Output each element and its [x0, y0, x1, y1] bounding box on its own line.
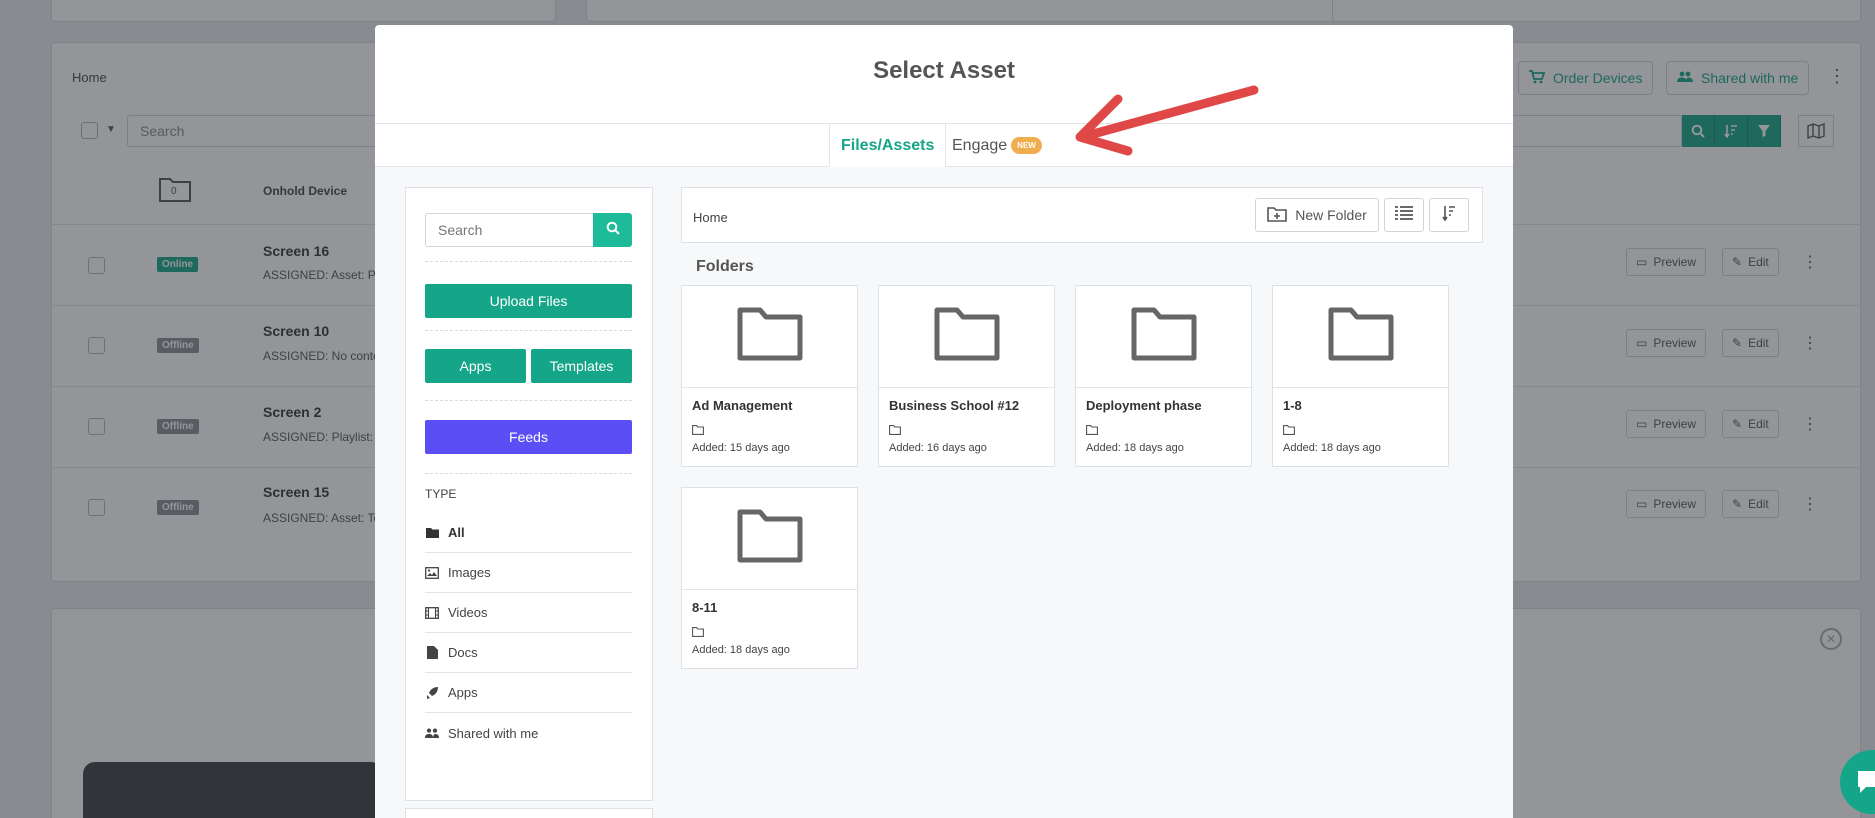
new-badge: NEW — [1011, 137, 1042, 154]
list-view-button[interactable] — [1384, 198, 1424, 232]
type-filter-videos[interactable]: Videos — [425, 593, 632, 633]
document-icon — [425, 646, 439, 659]
folder-icon — [1328, 306, 1394, 367]
folder-card[interactable]: 8-11 Added: 18 days ago — [681, 487, 858, 669]
divider — [425, 330, 632, 331]
type-heading: TYPE — [425, 487, 457, 501]
folder-added: Added: 18 days ago — [1086, 442, 1184, 454]
feeds-button[interactable]: Feeds — [425, 420, 632, 454]
folder-name: Ad Management — [692, 398, 793, 413]
type-filter-docs[interactable]: Docs — [425, 633, 632, 673]
folder-icon — [934, 306, 1000, 367]
asset-sidebar: Upload Files Apps Templates Feeds TYPE A… — [405, 187, 653, 801]
folder-card[interactable]: Deployment phase Added: 18 days ago — [1075, 285, 1252, 467]
image-icon — [425, 566, 439, 579]
folder-name: Deployment phase — [1086, 398, 1202, 413]
folder-plus-icon — [1267, 206, 1288, 225]
list-icon — [1395, 205, 1413, 225]
templates-button[interactable]: Templates — [531, 349, 632, 383]
folder-name: Business School #12 — [889, 398, 1020, 413]
users-icon — [425, 728, 439, 739]
sort-button[interactable] — [1429, 198, 1469, 232]
asset-search-input[interactable] — [425, 213, 593, 247]
folder-card[interactable]: Ad Management Added: 15 days ago — [681, 285, 858, 467]
divider — [425, 400, 632, 401]
folder-added: Added: 15 days ago — [692, 442, 790, 454]
folder-added: Added: 18 days ago — [1283, 442, 1381, 454]
asset-toolbar: Home New Folder — [681, 187, 1483, 243]
type-filter-all[interactable]: All — [425, 513, 632, 553]
tab-files-assets[interactable]: Files/Assets — [829, 124, 947, 167]
type-filter-apps[interactable]: Apps — [425, 673, 632, 713]
folder-small-icon — [889, 422, 901, 440]
folder-name: 8-11 — [692, 600, 718, 615]
folder-card[interactable]: Business School #12 Added: 16 days ago — [878, 285, 1055, 467]
folder-small-icon — [692, 624, 704, 642]
folders-heading: Folders — [696, 258, 754, 275]
sidebar-lower-card — [405, 808, 653, 818]
folder-icon — [737, 306, 803, 367]
divider — [425, 261, 632, 262]
film-icon — [425, 606, 439, 619]
upload-files-button[interactable]: Upload Files — [425, 284, 632, 318]
folder-icon — [1131, 306, 1197, 367]
folder-card[interactable]: 1-8 Added: 18 days ago — [1272, 285, 1449, 467]
tab-engage[interactable]: Engage NEW — [941, 124, 1053, 167]
folder-icon — [737, 508, 803, 569]
new-folder-button[interactable]: New Folder — [1255, 198, 1379, 232]
modal-title: Select Asset — [873, 57, 1015, 84]
sort-icon — [1442, 205, 1456, 226]
search-button[interactable] — [593, 213, 632, 247]
folder-icon — [425, 527, 439, 538]
folder-small-icon — [1086, 422, 1098, 440]
folder-small-icon — [692, 422, 704, 440]
type-filter-images[interactable]: Images — [425, 553, 632, 593]
folder-name: 1-8 — [1283, 398, 1302, 413]
type-filter-shared[interactable]: Shared with me — [425, 713, 632, 753]
annotation-arrow-icon — [1070, 85, 1260, 170]
folder-small-icon — [1283, 422, 1295, 440]
divider — [425, 473, 632, 474]
modal-tabs: Files/Assets Engage NEW — [375, 123, 1513, 167]
apps-button[interactable]: Apps — [425, 349, 526, 383]
modal-body: Upload Files Apps Templates Feeds TYPE A… — [375, 167, 1513, 818]
search-icon — [606, 221, 620, 240]
select-asset-modal: Select Asset Files/Assets Engage NEW Upl… — [375, 25, 1513, 818]
breadcrumb[interactable]: Home — [693, 210, 728, 225]
folder-added: Added: 18 days ago — [692, 644, 790, 656]
rocket-icon — [425, 686, 439, 699]
folder-added: Added: 16 days ago — [889, 442, 987, 454]
